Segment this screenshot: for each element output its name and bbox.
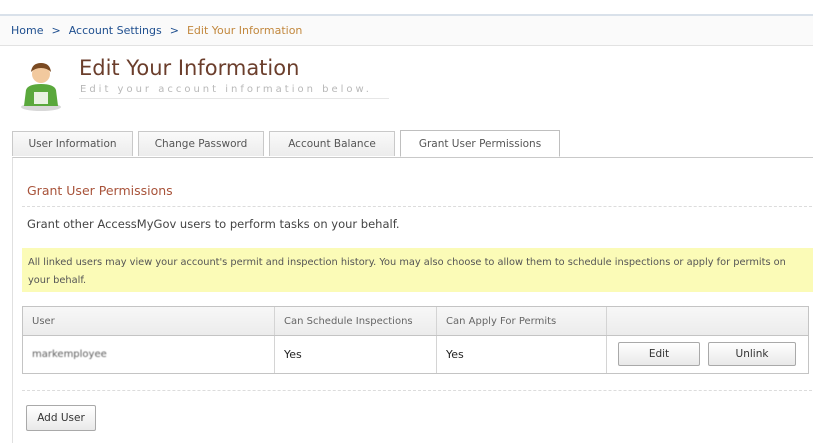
- notice-banner: All linked users may view your account's…: [22, 248, 813, 292]
- breadcrumb: Home > Account Settings > Edit Your Info…: [0, 14, 813, 46]
- tab-label: Account Balance: [288, 138, 376, 150]
- tab-user-information[interactable]: User Information: [12, 131, 133, 156]
- user-name: markemployee: [32, 349, 107, 360]
- add-user-button[interactable]: Add User: [26, 405, 96, 431]
- tab-change-password[interactable]: Change Password: [138, 131, 264, 156]
- column-header-actions: [607, 307, 808, 335]
- section-divider: [22, 206, 812, 207]
- tab-bar: User Information Change Password Account…: [12, 130, 560, 158]
- cell-user: markemployee: [23, 336, 275, 373]
- cell-can-apply: Yes: [437, 336, 607, 373]
- section-title: Grant User Permissions: [27, 183, 173, 198]
- tab-label: User Information: [28, 138, 117, 150]
- column-header-user: User: [23, 307, 275, 335]
- tab-label: Change Password: [154, 138, 248, 150]
- unlink-button[interactable]: Unlink: [708, 342, 796, 366]
- page: Home > Account Settings > Edit Your Info…: [0, 0, 813, 443]
- breadcrumb-account-settings-link[interactable]: Account Settings: [69, 24, 162, 37]
- page-title: Edit Your Information: [79, 56, 300, 80]
- column-header-can-apply: Can Apply For Permits: [437, 307, 607, 335]
- breadcrumb-separator: >: [51, 24, 61, 37]
- edit-button[interactable]: Edit: [618, 342, 700, 366]
- page-subtitle: Edit your account information below.: [80, 84, 372, 95]
- tab-panel: [12, 157, 813, 443]
- user-profile-icon: [21, 63, 61, 111]
- breadcrumb-current: Edit Your Information: [186, 24, 303, 37]
- column-header-can-schedule: Can Schedule Inspections: [275, 307, 437, 335]
- breadcrumb-separator: >: [169, 24, 179, 37]
- section-description: Grant other AccessMyGov users to perform…: [27, 217, 400, 231]
- header-divider: [79, 98, 389, 99]
- tab-label: Grant User Permissions: [418, 137, 542, 150]
- bottom-divider: [22, 390, 812, 391]
- tab-account-balance[interactable]: Account Balance: [269, 131, 395, 156]
- breadcrumb-home-link[interactable]: Home: [11, 24, 43, 37]
- tab-grant-user-permissions[interactable]: Grant User Permissions: [400, 130, 560, 157]
- cell-can-schedule: Yes: [275, 336, 437, 373]
- table-header: User Can Schedule Inspections Can Apply …: [23, 307, 808, 336]
